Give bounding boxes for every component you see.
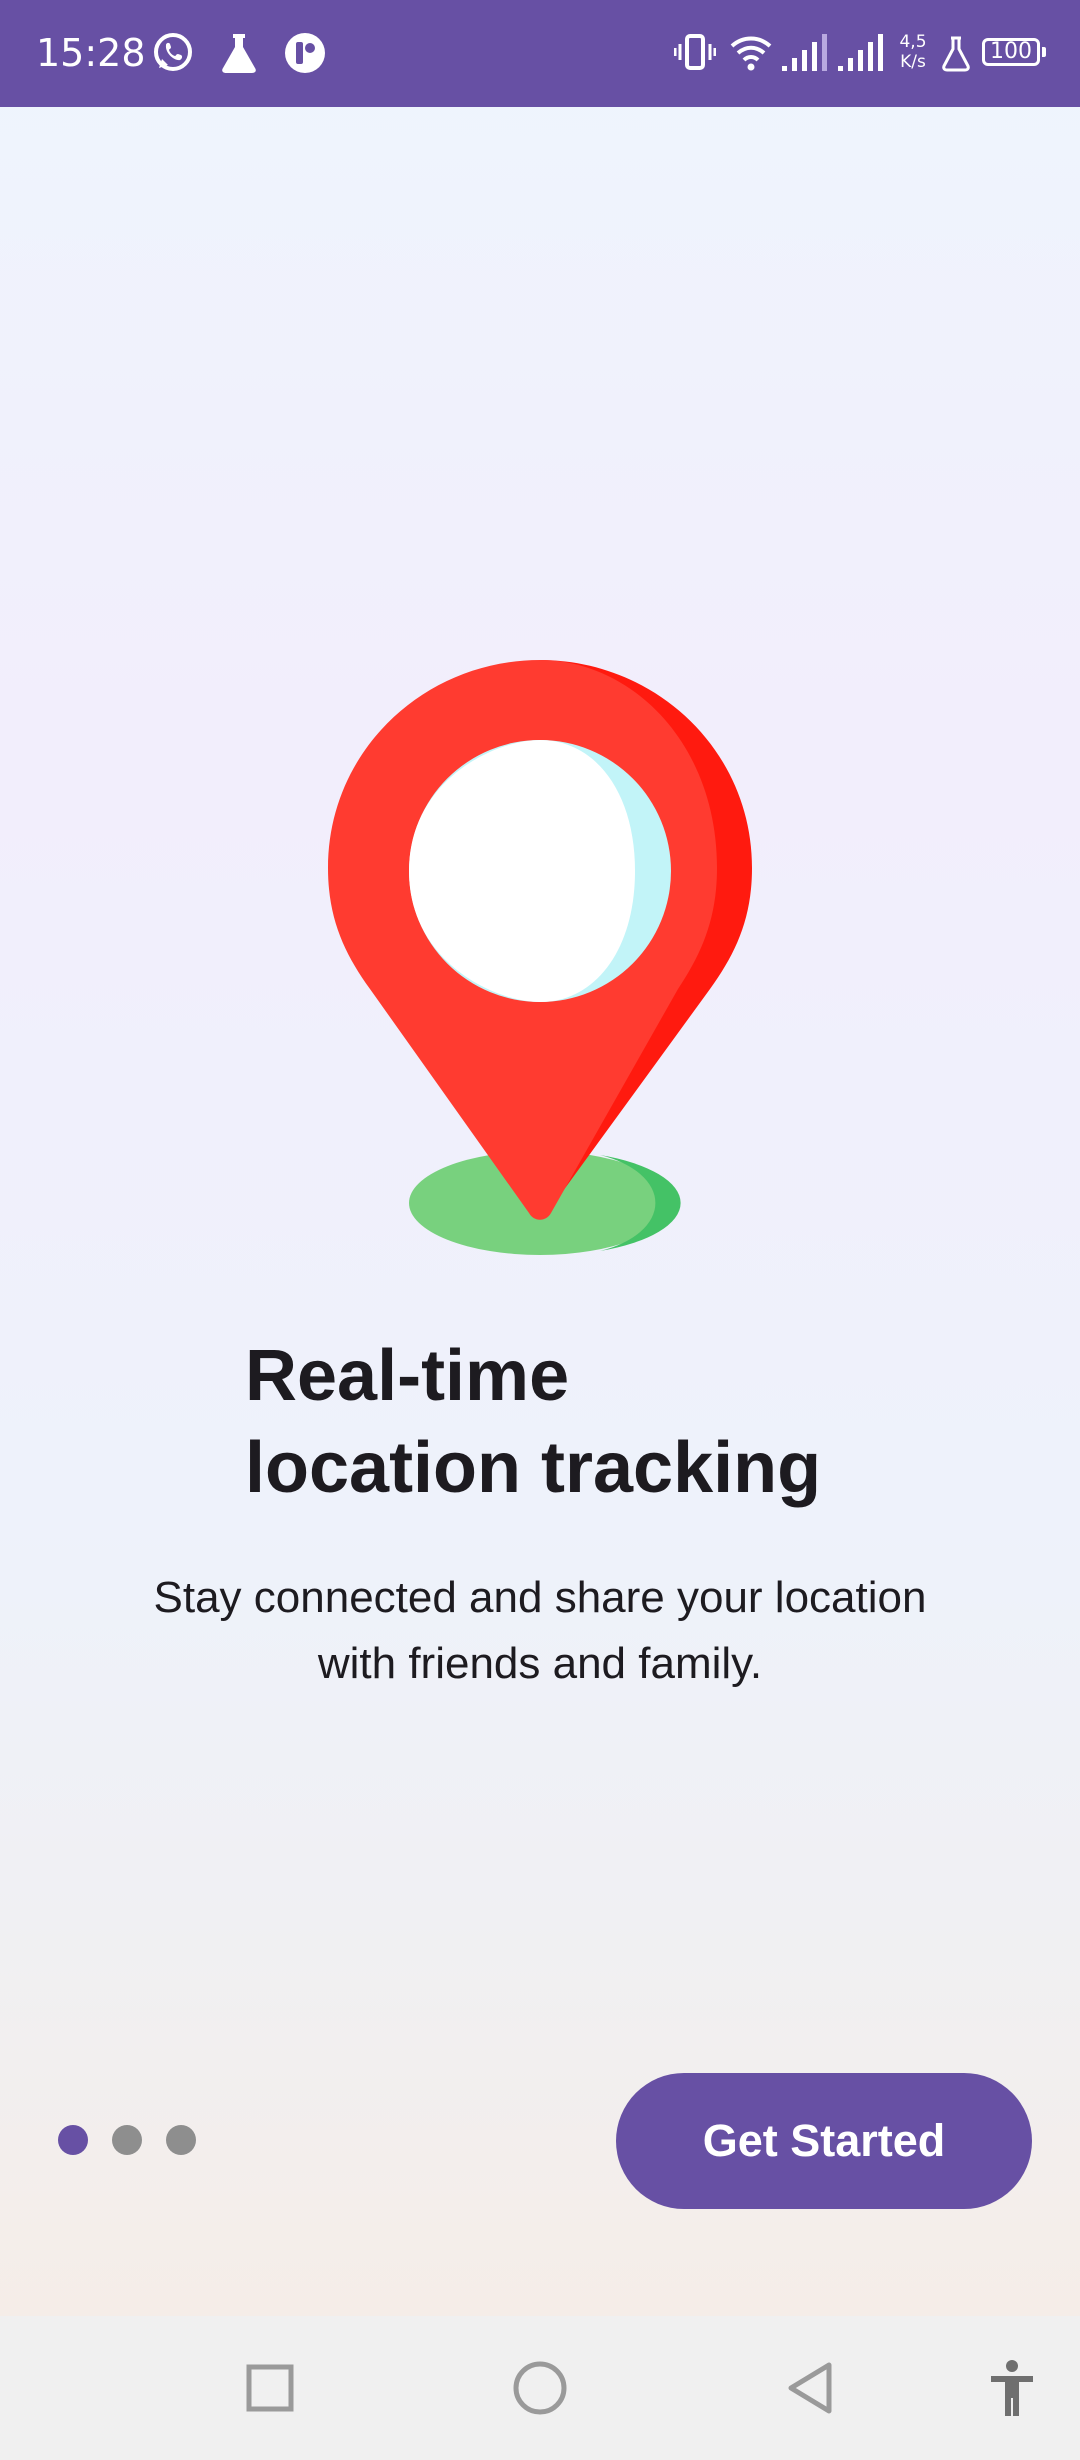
accessibility-button[interactable]: [952, 2316, 1072, 2460]
home-icon: [513, 2361, 567, 2415]
location-pin-icon: [328, 660, 752, 1255]
status-time: 15:28: [36, 31, 146, 75]
page-dot-1[interactable]: [58, 2125, 88, 2155]
title-line-1: Real-time: [245, 1336, 570, 1416]
net-speed-unit: K/s: [900, 52, 926, 72]
status-bar: 15:28 4,5 K/s 100: [0, 0, 1080, 107]
net-speed-value: 4,5: [899, 32, 927, 52]
whatsapp-icon: [154, 33, 192, 71]
page-dot-2[interactable]: [112, 2125, 142, 2155]
page-dot-3[interactable]: [166, 2125, 196, 2155]
onboarding-description: Stay connected and share your location w…: [60, 1565, 1020, 1697]
back-icon: [788, 2362, 832, 2414]
get-started-button[interactable]: Get Started: [616, 2073, 1032, 2209]
back-button[interactable]: [750, 2316, 870, 2460]
vibrate-icon: [674, 34, 716, 70]
description-line-1: Stay connected and share your location: [153, 1573, 927, 1622]
home-button[interactable]: [480, 2316, 600, 2460]
signal-icon-2: [838, 34, 883, 71]
recents-icon: [246, 2364, 294, 2412]
recents-button[interactable]: [210, 2316, 330, 2460]
battery-icon: 100: [982, 38, 1046, 66]
net-speed: 4,5 K/s: [893, 32, 933, 72]
wifi-icon: [730, 36, 772, 71]
accessibility-icon: [991, 2360, 1033, 2416]
flask-icon: [942, 36, 970, 72]
description-line-2: with friends and family.: [317, 1639, 763, 1688]
signal-icon-1: [782, 34, 827, 71]
navigation-bar: [0, 2316, 1080, 2460]
app-icon: [285, 33, 325, 73]
flask-icon: [222, 34, 256, 73]
onboarding-title: Real-time location tracking: [245, 1330, 1005, 1514]
title-line-2: location tracking: [245, 1428, 822, 1508]
